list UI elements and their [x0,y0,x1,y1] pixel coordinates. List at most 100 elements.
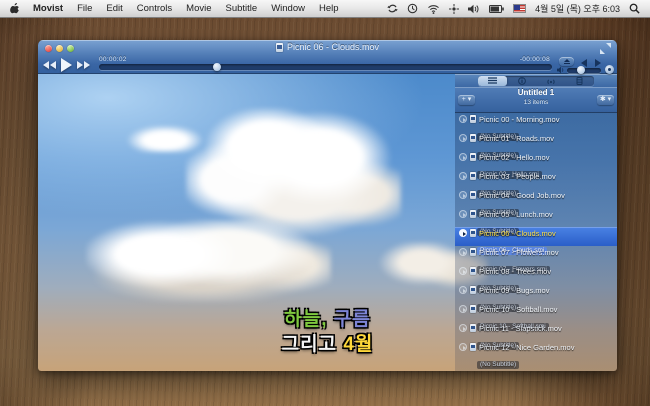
playlist-row[interactable]: Picnic 03 - People.mov(No Subtitle) [455,170,617,189]
eject-button[interactable] [559,57,574,66]
play-state-icon[interactable] [459,343,467,351]
cloud-mid [86,220,331,302]
play-state-icon[interactable] [459,115,467,123]
movie-file-icon [470,115,476,123]
apple-menu-icon[interactable] [10,3,21,15]
panel-tab-bar [455,74,617,87]
play-state-icon[interactable] [459,305,467,313]
wifi-icon[interactable] [427,4,440,14]
movie-file-name: Picnic 12 - Nice Garden.mov [479,343,574,352]
play-state-icon[interactable] [459,134,467,142]
action-menu-button[interactable]: ✱ ▾ [597,95,614,105]
video-tab[interactable] [565,76,594,86]
movie-file-icon [470,210,476,218]
subtitle-file-label: (No Subtitle) [477,361,519,369]
playlist-panel: Untitled 1 13 items + ▾ ✱ ▾ Picnic 00 - … [455,74,617,371]
elapsed-time: 00:00:02 [99,56,127,63]
menu-window[interactable]: Window [264,0,312,17]
playlist-row[interactable]: Picnic 07 - Flowers.movPicnic 07 - Flowe… [455,246,617,265]
play-state-icon[interactable] [459,286,467,294]
movie-file-icon [470,191,476,199]
sync-icon[interactable] [387,3,398,14]
movie-file-icon [470,229,476,237]
playlist-row[interactable]: Picnic 00 - Morning.mov(No Subtitle) [455,113,617,132]
movie-file-icon [470,248,476,256]
menu-controls[interactable]: Controls [130,0,179,17]
movie-file-name: Picnic 07 - Flowers.mov [479,248,559,257]
movie-file-name: Picnic 04 - Good Job.mov [479,191,565,200]
input-flag-us-icon[interactable] [513,4,526,13]
menu-file[interactable]: File [70,0,99,17]
info-tab[interactable] [507,76,536,86]
movie-file-name: Picnic 05 - Lunch.mov [479,210,553,219]
panel-toggle-button[interactable] [605,65,614,74]
movie-file-icon [470,324,476,332]
fast-forward-button[interactable] [77,61,90,69]
battery-icon[interactable] [489,5,504,13]
seek-knob[interactable] [213,63,221,71]
playlist-row[interactable]: Picnic 05 - Lunch.mov(No Subtitle) [455,208,617,227]
playlist-row[interactable]: Picnic 10 - Softball.movPicnic 10 - Soft… [455,303,617,322]
playlist-row[interactable]: Picnic 06 - Clouds.movPicnic 06 - Clouds… [455,227,617,246]
movie-file-icon [470,267,476,275]
movie-file-icon [470,153,476,161]
movie-file-name: Picnic 02 - Hello.mov [479,153,549,162]
play-state-icon[interactable] [459,267,467,275]
movie-file-name: Picnic 03 - People.mov [479,172,556,181]
movie-file-icon [470,172,476,180]
playlist-name: Untitled 1 [455,87,617,99]
now-playing-icon[interactable] [459,229,467,237]
menu-help[interactable]: Help [312,0,346,17]
play-state-icon[interactable] [459,324,467,332]
movie-file-name: Picnic 01 - Roads.mov [479,134,554,143]
movie-file-name: Picnic 11 - Slapstick.mov [479,324,562,333]
playlist-row[interactable]: Picnic 02 - Hello.movPicnic 02 - Hello.s… [455,151,617,170]
playlist-row[interactable]: Picnic 04 - Good Job.mov(No Subtitle) [455,189,617,208]
play-state-icon[interactable] [459,153,467,161]
play-state-icon[interactable] [459,191,467,199]
movie-file-name: Picnic 06 - Clouds.mov [479,229,556,238]
cloud-large [186,108,401,238]
menu-edit[interactable]: Edit [99,0,129,17]
seek-slider[interactable] [99,64,552,70]
playlist-row[interactable]: Picnic 11 - Slapstick.mov(No Subtitle) [455,322,617,341]
menu-movist[interactable]: Movist [26,0,70,17]
broadcast-tab[interactable] [536,76,565,86]
window-header: Picnic 06 - Clouds.mov 00:00:02 -00:00:0… [38,40,617,74]
time-machine-icon[interactable] [407,3,418,14]
volume-icon[interactable] [468,4,480,14]
universal-access-icon[interactable] [449,4,459,14]
play-state-icon[interactable] [459,172,467,180]
add-item-button[interactable]: + ▾ [458,95,475,105]
playlist-row[interactable]: Picnic 01 - Roads.mov(No Subtitle) [455,132,617,151]
volume-knob[interactable] [577,66,585,74]
play-state-icon[interactable] [459,248,467,256]
movie-file-icon [470,343,476,351]
playlist-header: Untitled 1 13 items + ▾ ✱ ▾ [455,87,617,113]
menu-bar: Movist File Edit Controls Movie Subtitle… [0,0,650,18]
window-title: Picnic 06 - Clouds.mov [38,42,617,52]
playlist-count: 13 items [455,99,617,107]
movie-file-icon [470,134,476,142]
rewind-button[interactable] [43,61,56,69]
menubar-clock[interactable]: 4월 5일 (목) 오후 6:03 [535,2,620,15]
movie-file-name: Picnic 10 - Softball.mov [479,305,557,314]
movie-file-name: Picnic 00 - Morning.mov [479,115,559,124]
movie-file-name: Picnic 08 - Trees.mov [479,267,551,276]
remaining-time: -00:00:08 [520,56,550,63]
playlist-tab[interactable] [478,76,507,86]
fullscreen-icon[interactable] [600,43,611,54]
playlist: Picnic 00 - Morning.mov(No Subtitle)Picn… [455,113,617,371]
movie-file-icon [470,286,476,294]
movie-file-name: Picnic 09 - Bugs.mov [479,286,549,295]
playlist-row[interactable]: Picnic 09 - Bugs.mov(No Subtitle) [455,284,617,303]
volume-slider[interactable] [567,68,601,73]
playlist-row[interactable]: Picnic 12 - Nice Garden.mov(No Subtitle) [455,341,617,360]
movie-doc-icon [276,43,283,52]
play-button[interactable] [61,58,72,72]
spotlight-icon[interactable] [629,3,640,14]
menu-movie[interactable]: Movie [179,0,218,17]
menu-subtitle[interactable]: Subtitle [219,0,265,17]
play-state-icon[interactable] [459,210,467,218]
playlist-row[interactable]: Picnic 08 - Trees.mov(No Subtitle) [455,265,617,284]
